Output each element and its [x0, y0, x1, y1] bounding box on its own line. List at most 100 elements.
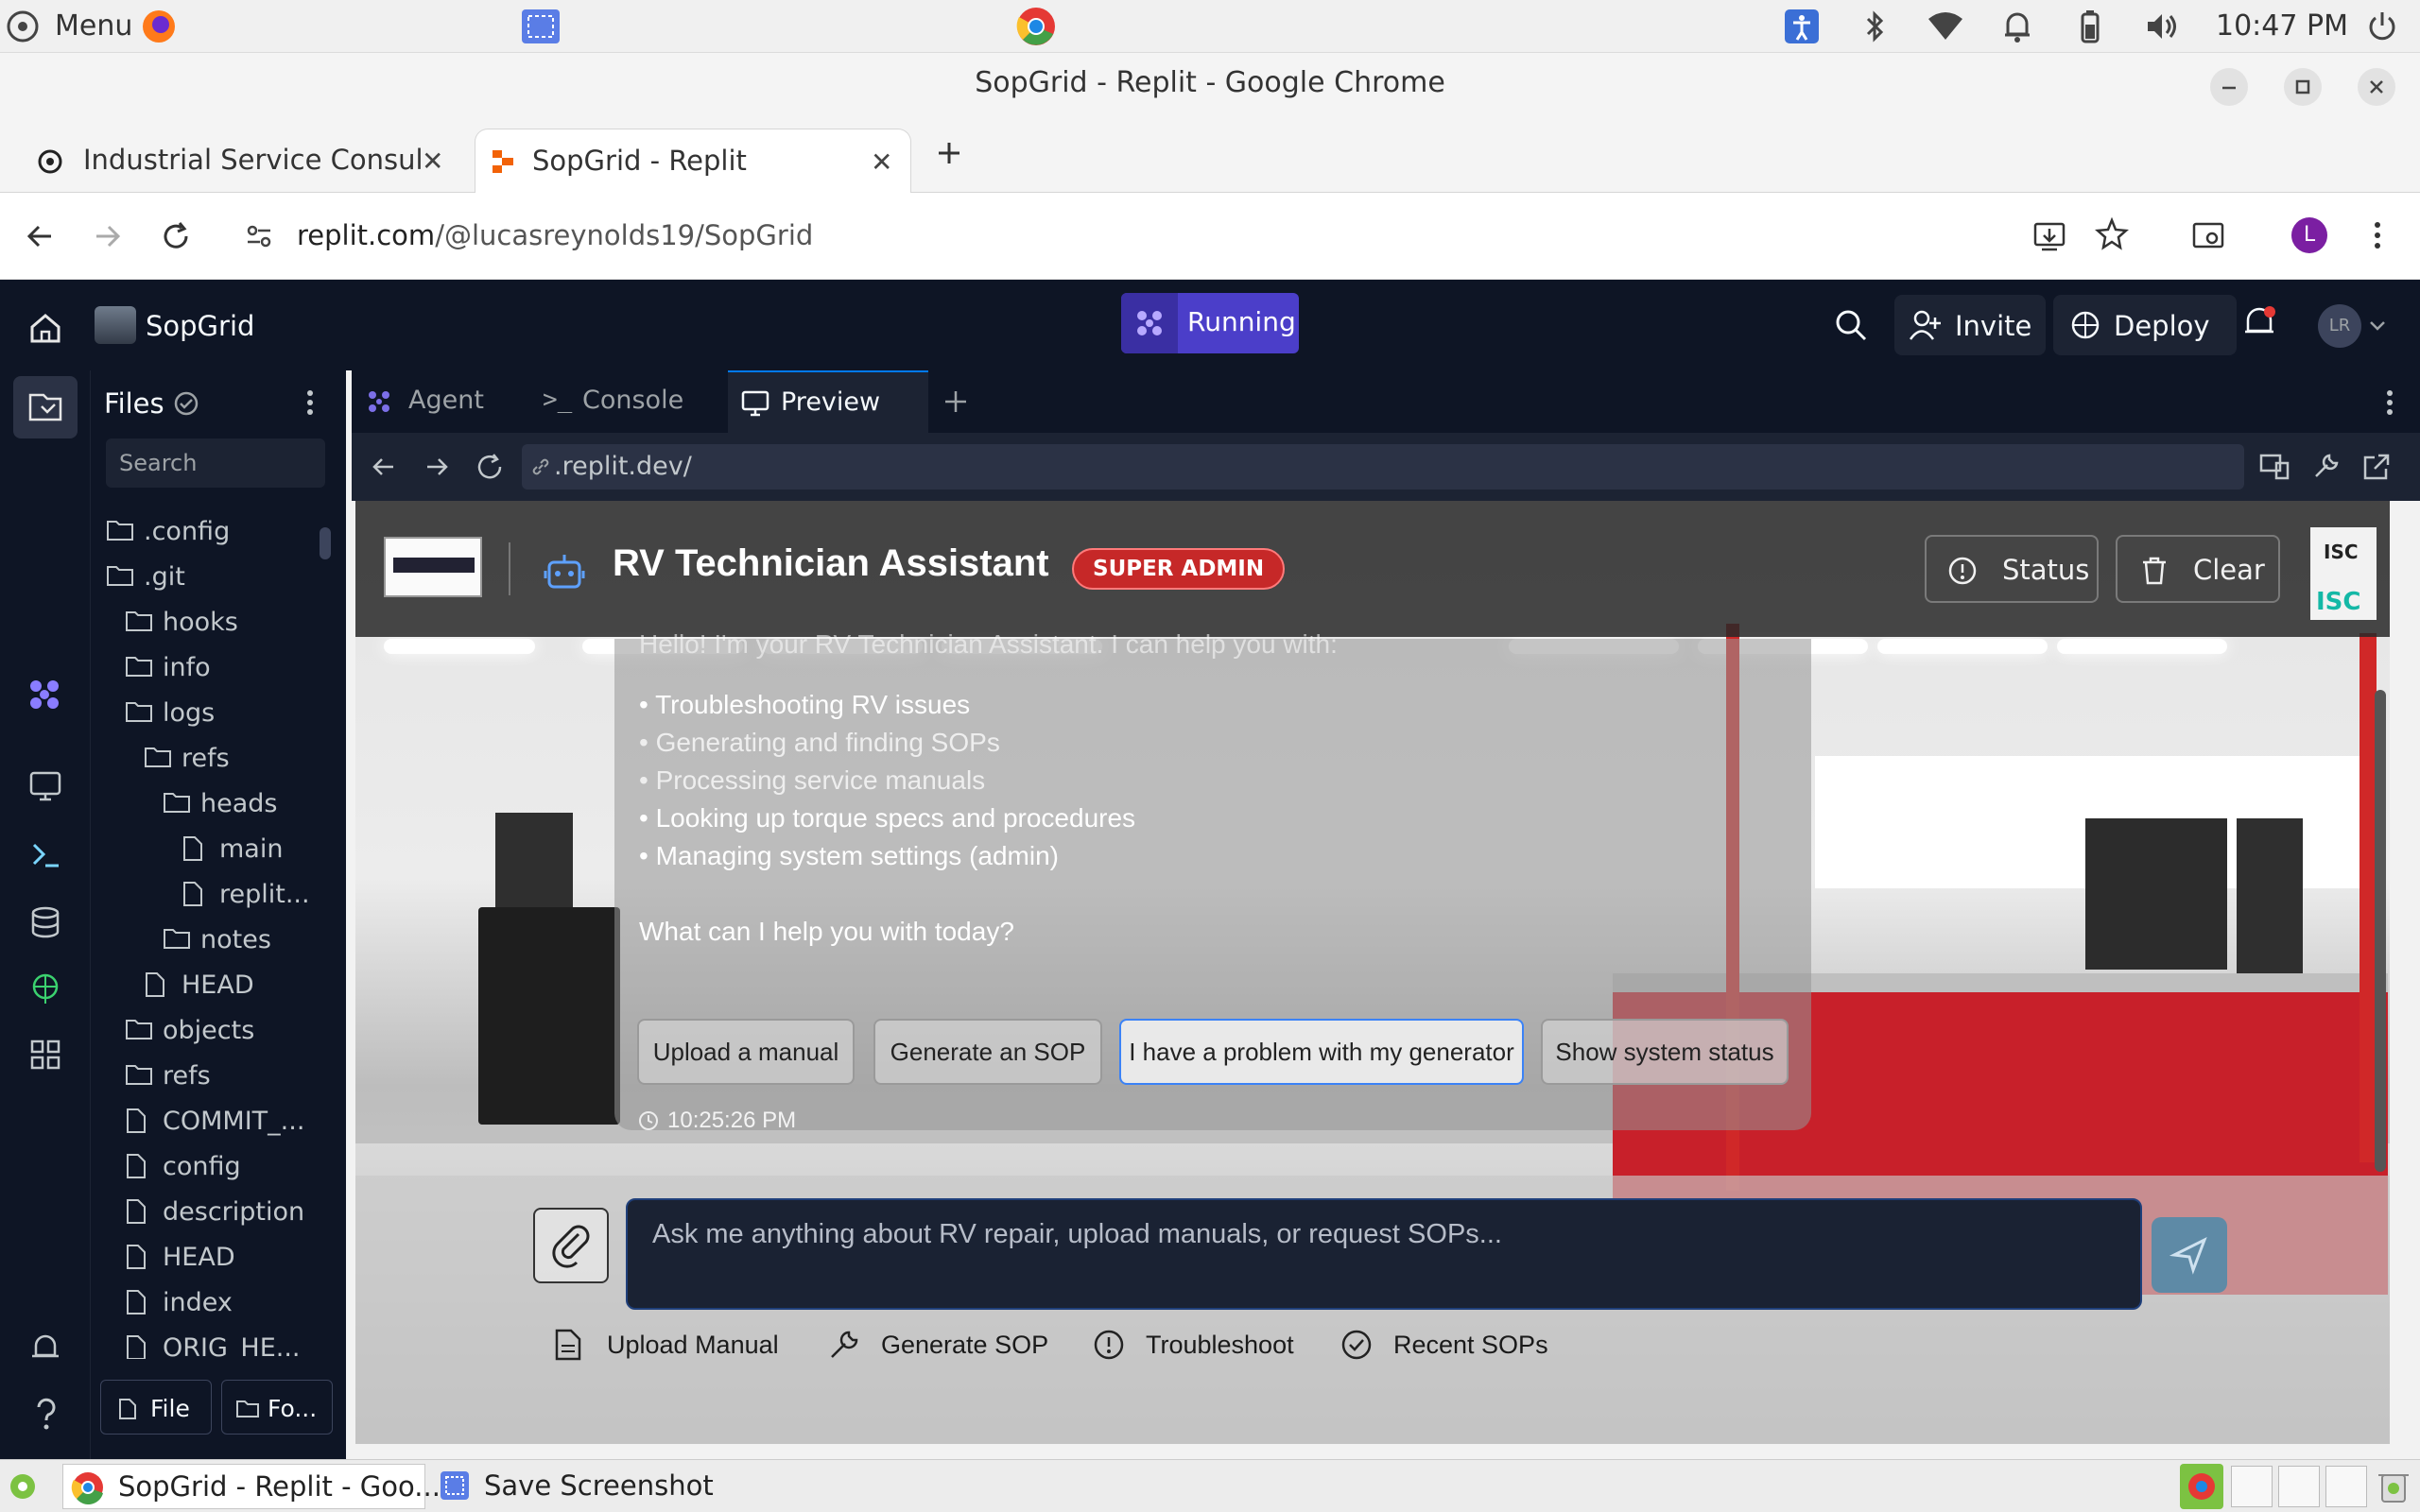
user-avatar[interactable]: LR [2318, 304, 2361, 348]
tree-file[interactable]: ORIG_HE... [91, 1325, 318, 1359]
suggestion-upload-manual[interactable]: Upload a manual [637, 1019, 855, 1085]
tree-file[interactable]: HEAD [91, 1234, 318, 1280]
suggestion-generate-sop[interactable]: Generate an SOP [873, 1019, 1102, 1085]
tree-folder[interactable]: objects [91, 1007, 318, 1053]
tab-console[interactable]: >_ Console [522, 370, 703, 433]
tree-folder[interactable]: .git [91, 554, 318, 599]
tree-folder[interactable]: hooks [91, 599, 318, 644]
suggestion-generator-problem[interactable]: I have a problem with my generator [1119, 1019, 1524, 1085]
screenshot-tool-icon[interactable] [520, 8, 562, 45]
tree-file[interactable]: description [91, 1189, 318, 1234]
profile-avatar[interactable]: L [2291, 217, 2327, 253]
add-tab-icon[interactable] [942, 387, 970, 416]
trash-bin-icon[interactable] [2375, 1468, 2412, 1505]
firefox-icon[interactable] [140, 8, 178, 45]
all-tools-icon[interactable] [28, 1038, 62, 1072]
chrome-icon[interactable] [1015, 6, 1057, 47]
bell-icon[interactable] [2240, 304, 2278, 342]
bluetooth-icon[interactable] [1860, 9, 1889, 43]
tree-file[interactable]: index [91, 1280, 318, 1325]
help-icon[interactable] [32, 1397, 60, 1431]
tray-chrome[interactable] [2180, 1464, 2223, 1509]
alerts-icon[interactable] [28, 1331, 62, 1365]
close-tab-icon[interactable]: ✕ [871, 146, 892, 178]
file-search-input[interactable]: Search [106, 438, 325, 488]
tree-file[interactable]: HEAD [91, 962, 318, 1007]
project-name[interactable]: SopGrid [146, 310, 254, 342]
reload-icon[interactable] [159, 219, 193, 253]
files-menu-icon[interactable] [301, 387, 320, 418]
os-menu-label[interactable]: Menu [55, 9, 132, 43]
deployments-icon[interactable] [28, 971, 62, 1005]
suggestion-system-status[interactable]: Show system status [1541, 1019, 1789, 1085]
workspace-switcher-1[interactable] [2231, 1466, 2273, 1507]
start-icon[interactable] [8, 1471, 38, 1502]
files-tool-button[interactable] [13, 376, 78, 438]
open-new-tab-icon[interactable] [2361, 452, 2392, 482]
tab-agent[interactable]: Agent [352, 370, 518, 433]
tree-folder[interactable]: info [91, 644, 318, 690]
minimize-button[interactable] [2210, 68, 2248, 106]
back-icon[interactable] [23, 219, 57, 253]
tree-file[interactable]: COMMIT_... [91, 1098, 318, 1143]
accessibility-icon[interactable] [1785, 9, 1819, 43]
agent-tool-icon[interactable] [25, 675, 64, 714]
notifications-icon[interactable] [2002, 9, 2032, 43]
install-app-icon[interactable] [2032, 219, 2066, 253]
tree-file[interactable]: config [91, 1143, 318, 1189]
site-info-icon[interactable] [244, 221, 274, 251]
search-icon[interactable] [1834, 308, 1868, 342]
bookmark-star-icon[interactable] [2095, 217, 2129, 251]
url-text[interactable]: replit.com/@lucasreynolds19/SopGrid [297, 219, 813, 251]
tree-folder[interactable]: notes [91, 917, 318, 962]
chrome-menu-icon[interactable] [2363, 217, 2392, 253]
pane-menu-icon[interactable] [2380, 387, 2399, 418]
browser-tab-industrial[interactable]: Industrial Service Consul ✕ [19, 129, 473, 193]
run-button[interactable]: Running [1121, 293, 1299, 353]
preview-forward-icon[interactable] [422, 452, 452, 482]
tree-folder[interactable]: logs [91, 690, 318, 735]
devtools-icon[interactable] [2259, 452, 2290, 482]
new-folder-button[interactable]: Fo... [221, 1380, 333, 1435]
system-clock[interactable]: 10:47 PM [2216, 9, 2348, 43]
workspace-switcher-3[interactable] [2325, 1466, 2367, 1507]
tree-folder[interactable]: heads [91, 781, 318, 826]
project-thumbnail[interactable] [95, 306, 136, 344]
wrench-icon[interactable] [2310, 452, 2341, 482]
preview-url-field[interactable]: .replit.dev/ [522, 444, 2244, 490]
tree-file[interactable]: replit... [91, 871, 318, 917]
ubuntu-menu-icon[interactable] [6, 9, 40, 43]
chevron-down-icon[interactable] [2367, 316, 2388, 336]
deploy-button[interactable]: Deploy [2053, 295, 2237, 355]
tree-file[interactable]: main [91, 826, 318, 871]
database-icon[interactable] [28, 905, 62, 939]
preview-tool-icon[interactable] [28, 769, 62, 803]
maximize-button[interactable] [2284, 68, 2322, 106]
wifi-icon[interactable] [1927, 11, 1964, 42]
tree-folder[interactable]: .config [91, 508, 318, 554]
new-tab-icon[interactable] [934, 138, 964, 168]
clear-button[interactable]: Clear [2116, 535, 2280, 603]
invite-button[interactable]: Invite [1894, 295, 2046, 355]
app-logo-thumbnail[interactable] [384, 537, 482, 597]
status-button[interactable]: Status [1925, 535, 2099, 603]
power-icon[interactable] [2365, 9, 2399, 43]
tree-scrollbar[interactable] [320, 527, 331, 559]
console-tool-icon[interactable] [28, 837, 62, 871]
send-button[interactable] [2152, 1217, 2227, 1293]
close-window-button[interactable] [2358, 68, 2395, 106]
preview-reload-icon[interactable] [475, 452, 505, 482]
taskbar-item-screenshot[interactable]: Save Screenshot [435, 1464, 718, 1509]
browser-tab-sopgrid[interactable]: SopGrid - Replit ✕ [475, 129, 911, 193]
attach-button[interactable] [533, 1208, 609, 1283]
preview-scrollbar[interactable] [2375, 690, 2386, 1172]
taskbar-item-chrome[interactable]: SopGrid - Replit - Goo... [62, 1464, 441, 1509]
volume-icon[interactable] [2144, 9, 2178, 43]
preview-back-icon[interactable] [369, 452, 399, 482]
new-file-button[interactable]: File [100, 1380, 212, 1435]
tab-search-icon[interactable] [2191, 219, 2225, 253]
tab-preview[interactable]: Preview [728, 370, 928, 433]
tree-folder[interactable]: refs [91, 735, 318, 781]
battery-icon[interactable] [2076, 9, 2104, 43]
close-tab-icon[interactable]: ✕ [422, 146, 443, 177]
